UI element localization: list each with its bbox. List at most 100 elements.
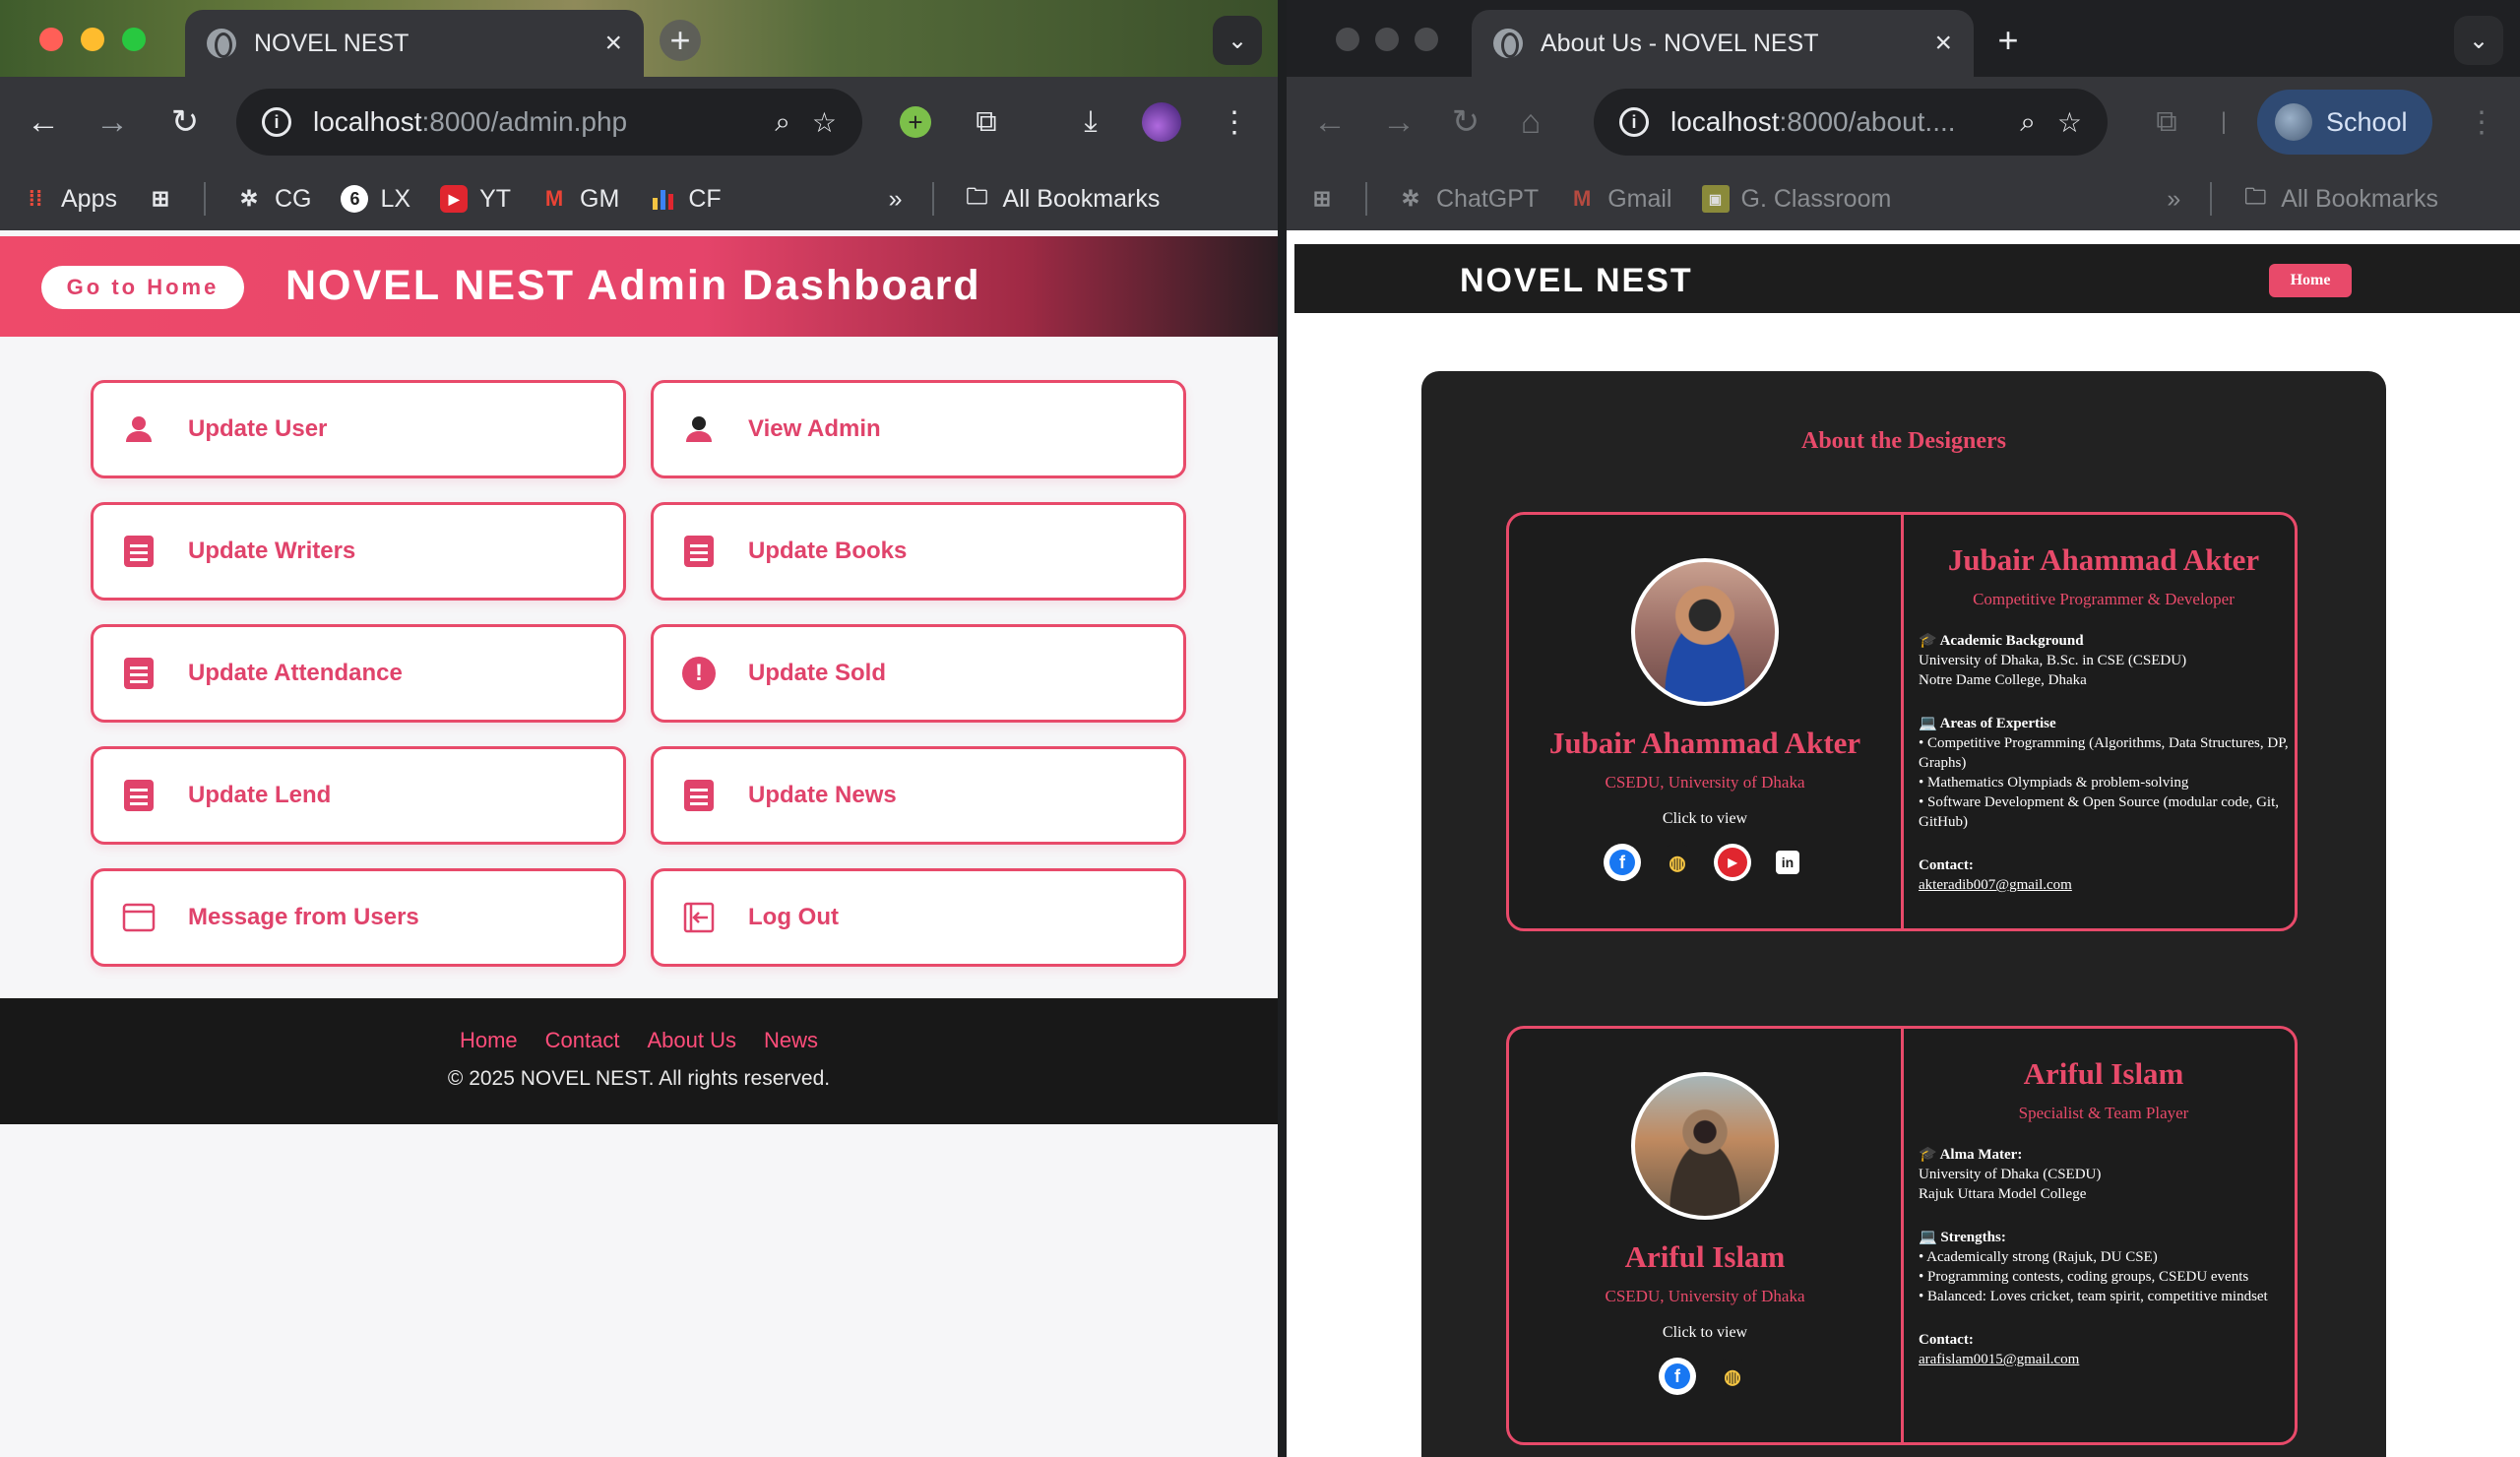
click-to-view[interactable]: Click to view [1509,1324,1901,1342]
click-to-view[interactable]: Click to view [1509,810,1901,828]
more-bookmarks-button[interactable]: » [889,185,903,214]
minimize-window-button[interactable] [1375,28,1399,51]
github-icon[interactable]: ◍ [1659,844,1696,881]
update-lend-card[interactable]: Update Lend [91,746,626,845]
close-window-button[interactable] [1336,28,1359,51]
bookmark-chatgpt[interactable]: ✲ ChatGPT [1397,185,1539,214]
close-tab-icon[interactable]: × [604,27,622,60]
contact-label: Contact: [1919,857,1974,873]
chatgpt-icon: ✲ [1401,186,1420,211]
zoom-icon[interactable]: ⌕ [2020,106,2036,139]
update-writers-card[interactable]: Update Writers [91,502,626,601]
forward-button[interactable]: → [1377,100,1420,144]
home-icon[interactable]: ⌂ [1509,100,1552,144]
address-bar[interactable]: i localhost:8000/admin.php ⌕ ☆ [236,89,862,156]
tab-search-button[interactable]: ⌄ [1213,16,1262,65]
reload-button[interactable]: ↻ [163,100,207,144]
bookmark-classroom[interactable]: ▣ G. Classroom [1701,185,1891,214]
go-home-button[interactable]: Go to Home [41,266,244,309]
email-link[interactable]: akteradib007@gmail.com [1919,875,2289,895]
update-attendance-card[interactable]: Update Attendance [91,624,626,723]
bookmark-star-icon[interactable]: ☆ [812,106,837,139]
bookmark-gmail[interactable]: M Gmail [1568,185,1671,214]
avatar[interactable] [1631,1072,1779,1220]
minimize-window-button[interactable] [81,28,104,51]
forward-button[interactable]: → [91,100,134,144]
bookmark-tab-groups[interactable]: ⊞ [1308,185,1336,213]
new-tab-button[interactable]: + [1987,20,2029,61]
menu-kebab-icon[interactable]: ⋮ [2460,100,2503,144]
bookmark-star-icon[interactable]: ☆ [2057,106,2082,139]
tab-groups-icon: ⊞ [151,186,170,211]
log-out-card[interactable]: Log Out [651,868,1186,967]
extensions-puzzle-icon[interactable]: ⧉ [965,100,1008,144]
address-bar[interactable]: i localhost:8000/about.... ⌕ ☆ [1594,89,2108,156]
zoom-icon[interactable]: ⌕ [775,106,790,139]
section-title: 💻 Strengths: [1919,1230,2006,1245]
site-info-icon[interactable]: i [262,107,291,137]
footer-link-news[interactable]: News [764,1028,818,1053]
footer-link-about[interactable]: About Us [648,1028,737,1053]
update-books-card[interactable]: Update Books [651,502,1186,601]
card-label: Update Books [748,538,908,564]
back-button[interactable]: ← [22,100,65,144]
footer-link-contact[interactable]: Contact [545,1028,620,1053]
tab-strip: NOVEL NEST × + ⌄ [0,0,1278,77]
separator [2210,182,2213,216]
avatar[interactable] [1631,558,1779,706]
message-from-users-card[interactable]: Message from Users [91,868,626,967]
profile-avatar[interactable] [1140,100,1183,144]
home-button[interactable]: Home [2269,264,2352,297]
site-info-icon[interactable]: i [1619,107,1649,137]
bookmark-label: GM [580,184,620,213]
extension-plus-icon[interactable]: + [894,100,937,144]
designer-name-heading: Ariful Islam [2023,1056,2184,1091]
all-bookmarks[interactable]: 🗀 All Bookmarks [964,184,1161,214]
bookmark-gm[interactable]: M GM [540,185,619,214]
facebook-icon[interactable]: f [1659,1358,1696,1395]
bookmarks-bar: ⊞ ✲ ChatGPT M Gmail ▣ G. Classroom » 🗀 All B… [1287,167,2520,230]
bookmark-yt[interactable]: ▶ YT [440,185,511,214]
brand-logo[interactable]: NOVEL NEST [1460,262,1693,300]
gmail-icon: M [544,186,564,211]
download-icon[interactable]: ⤓ [1069,100,1112,144]
tab-search-button[interactable]: ⌄ [2454,16,2503,65]
view-admin-card[interactable]: View Admin [651,380,1186,478]
designer-card-left[interactable]: Jubair Ahammad Akter CSEDU, University o… [1509,515,1901,928]
bookmark-label: YT [479,184,512,213]
more-bookmarks-button[interactable]: » [2167,185,2180,214]
extensions-puzzle-icon[interactable]: ⧉ [2145,100,2188,144]
update-sold-card[interactable]: ! Update Sold [651,624,1186,723]
menu-kebab-icon[interactable]: ⋮ [1213,100,1256,144]
card-divider [1901,515,1904,928]
bookmark-tab-groups[interactable]: ⊞ [147,185,174,213]
designer-tagline: Competitive Programmer & Developer [1973,590,2235,608]
footer-link-home[interactable]: Home [460,1028,518,1053]
designer-card-left[interactable]: Ariful Islam CSEDU, University of Dhaka … [1509,1029,1901,1442]
profile-chip[interactable]: School [2257,90,2432,155]
tab-admin[interactable]: NOVEL NEST × [185,10,644,77]
bookmark-cf[interactable]: CF [649,185,722,214]
tab-about[interactable]: About Us - NOVEL NEST × [1472,10,1974,77]
facebook-icon[interactable]: f [1604,844,1641,881]
update-user-card[interactable]: Update User [91,380,626,478]
url-path: :8000/about.... [1779,106,1956,137]
zoom-window-button[interactable] [1415,28,1438,51]
all-bookmarks[interactable]: 🗀 All Bookmarks [2241,184,2438,214]
update-news-card[interactable]: Update News [651,746,1186,845]
back-button[interactable]: ← [1308,100,1352,144]
linkedin-icon[interactable]: in [1769,844,1806,881]
github-icon[interactable]: ◍ [1714,1358,1751,1395]
zoom-window-button[interactable] [122,28,146,51]
card-label: Update Writers [188,538,356,564]
close-window-button[interactable] [39,28,63,51]
bookmark-lx[interactable]: 6 LX [341,185,410,214]
new-tab-button[interactable]: + [660,20,701,61]
email-link[interactable]: arafislam0015@gmail.com [1919,1350,2289,1369]
bookmark-cg[interactable]: ✲ CG [235,185,312,214]
reload-button[interactable]: ↻ [1444,100,1487,144]
close-tab-icon[interactable]: × [1934,27,1952,60]
bookmark-apps[interactable]: ⁞⁞ Apps [22,185,117,214]
designer-affiliation: CSEDU, University of Dhaka [1605,1287,1805,1305]
youtube-icon[interactable]: ▶ [1714,844,1751,881]
